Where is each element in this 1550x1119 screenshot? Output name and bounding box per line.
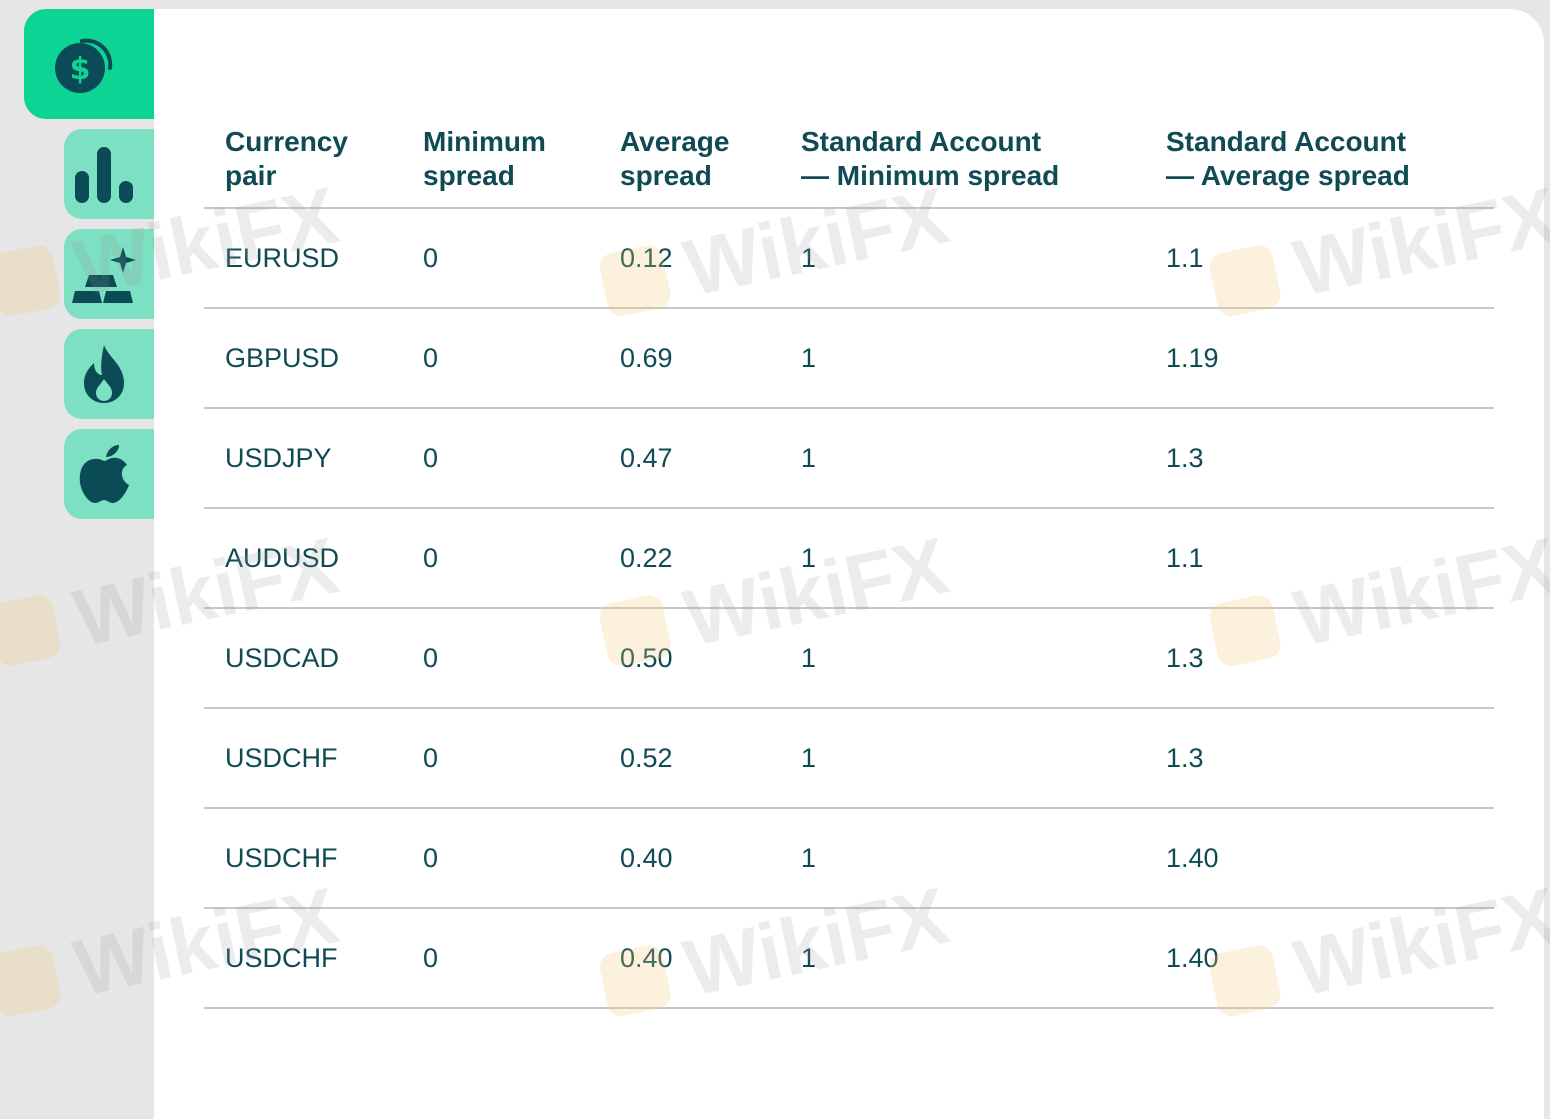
cell-standard-average-spread: 1.1 xyxy=(1145,508,1494,609)
dollar-coins-icon: $ xyxy=(52,32,116,96)
cell-standard-average-spread: 1.3 xyxy=(1145,608,1494,709)
apple-icon xyxy=(77,443,131,505)
table-row: USDJPY 0 0.47 1 1.3 xyxy=(204,408,1494,509)
watermark-logo-icon xyxy=(0,942,64,1019)
column-header-standard-minimum-spread: Standard Account — Minimum spread xyxy=(780,117,1145,209)
column-header-standard-average-spread: Standard Account — Average spread xyxy=(1145,117,1494,209)
cell-standard-average-spread: 1.1 xyxy=(1145,208,1494,309)
cell-currency-pair: USDCAD xyxy=(204,608,402,709)
cell-standard-minimum-spread: 1 xyxy=(780,408,1145,509)
table-row: AUDUSD 0 0.22 1 1.1 xyxy=(204,508,1494,609)
flame-icon xyxy=(78,343,130,405)
cell-minimum-spread: 0 xyxy=(402,208,599,309)
cell-standard-minimum-spread: 1 xyxy=(780,808,1145,909)
cell-standard-average-spread: 1.3 xyxy=(1145,708,1494,809)
cell-standard-minimum-spread: 1 xyxy=(780,208,1145,309)
spread-table-card: Currency pair Minimum spread Average spread… xyxy=(154,9,1544,1119)
cell-standard-average-spread: 1.3 xyxy=(1145,408,1494,509)
cell-currency-pair: AUDUSD xyxy=(204,508,402,609)
bar-chart-icon xyxy=(73,143,135,205)
cell-standard-average-spread: 1.19 xyxy=(1145,308,1494,409)
cell-minimum-spread: 0 xyxy=(402,908,599,1009)
table-row: GBPUSD 0 0.69 1 1.19 xyxy=(204,308,1494,409)
cell-average-spread: 0.40 xyxy=(599,908,780,1009)
cell-currency-pair: USDCHF xyxy=(204,908,402,1009)
gold-bars-icon xyxy=(71,243,137,305)
cell-average-spread: 0.69 xyxy=(599,308,780,409)
cell-average-spread: 0.47 xyxy=(599,408,780,509)
svg-text:$: $ xyxy=(70,52,91,87)
cell-standard-average-spread: 1.40 xyxy=(1145,808,1494,909)
watermark-logo-icon xyxy=(0,242,64,319)
cell-minimum-spread: 0 xyxy=(402,608,599,709)
cell-currency-pair: USDJPY xyxy=(204,408,402,509)
cell-average-spread: 0.52 xyxy=(599,708,780,809)
table-header-row: Currency pair Minimum spread Average spread… xyxy=(204,117,1494,209)
cell-minimum-spread: 0 xyxy=(402,708,599,809)
column-header-minimum-spread: Minimum spread xyxy=(402,117,599,209)
column-header-currency-pair: Currency pair xyxy=(204,117,402,209)
cell-standard-minimum-spread: 1 xyxy=(780,608,1145,709)
table-row: EURUSD 0 0.12 1 1.1 xyxy=(204,208,1494,309)
cell-average-spread: 0.22 xyxy=(599,508,780,609)
table-row: USDCHF 0 0.40 1 1.40 xyxy=(204,908,1494,1009)
table-row: USDCHF 0 0.40 1 1.40 xyxy=(204,808,1494,909)
column-header-average-spread: Average spread xyxy=(599,117,780,209)
cell-standard-minimum-spread: 1 xyxy=(780,708,1145,809)
cell-standard-minimum-spread: 1 xyxy=(780,908,1145,1009)
cell-average-spread: 0.40 xyxy=(599,808,780,909)
cell-average-spread: 0.12 xyxy=(599,208,780,309)
cell-currency-pair: EURUSD xyxy=(204,208,402,309)
table-row: USDCAD 0 0.50 1 1.3 xyxy=(204,608,1494,709)
cell-currency-pair: USDCHF xyxy=(204,708,402,809)
cell-standard-average-spread: 1.40 xyxy=(1145,908,1494,1009)
cell-standard-minimum-spread: 1 xyxy=(780,508,1145,609)
cell-standard-minimum-spread: 1 xyxy=(780,308,1145,409)
cell-currency-pair: GBPUSD xyxy=(204,308,402,409)
spread-table: Currency pair Minimum spread Average spread… xyxy=(204,117,1494,1009)
cell-average-spread: 0.50 xyxy=(599,608,780,709)
cell-minimum-spread: 0 xyxy=(402,308,599,409)
cell-minimum-spread: 0 xyxy=(402,808,599,909)
tab-forex[interactable]: $ xyxy=(24,9,174,119)
watermark-logo-icon xyxy=(0,592,64,669)
cell-currency-pair: USDCHF xyxy=(204,808,402,909)
table-row: USDCHF 0 0.52 1 1.3 xyxy=(204,708,1494,809)
cell-minimum-spread: 0 xyxy=(402,408,599,509)
cell-minimum-spread: 0 xyxy=(402,508,599,609)
